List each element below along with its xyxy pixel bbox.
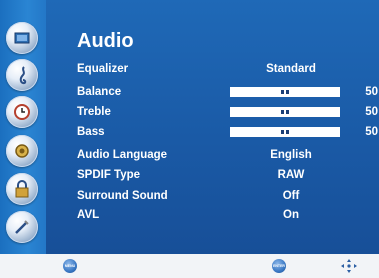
slider-handle[interactable] (281, 110, 289, 114)
tv-osd-screen: Audio Equalizer Standard Balance 50 Treb… (0, 0, 379, 278)
row-value: Off (282, 190, 300, 202)
picture-icon[interactable] (6, 22, 38, 54)
menu-row-surround-sound[interactable]: Surround Sound Off (77, 188, 379, 204)
audio-note-icon[interactable] (6, 59, 38, 91)
row-value: English (270, 149, 312, 161)
direction-pad-icon (340, 258, 358, 274)
slider-handle[interactable] (281, 90, 289, 94)
menu-row-avl[interactable]: AVL On (77, 207, 379, 223)
menu-row-audio-language[interactable]: Audio Language English (77, 147, 379, 163)
row-label: Bass (77, 126, 105, 138)
row-label: Balance (77, 86, 122, 98)
slider-handle[interactable] (281, 130, 289, 134)
row-label: AVL (77, 209, 100, 221)
row-number: 50 (365, 126, 378, 138)
footer-bar: MENU ENTER (0, 254, 379, 278)
clock-icon[interactable] (6, 96, 38, 128)
menu-row-spdif-type[interactable]: SPDIF Type RAW (77, 167, 379, 183)
menu-row-bass[interactable]: Bass 50 (77, 124, 379, 140)
menu-row-treble[interactable]: Treble 50 (77, 104, 379, 120)
row-label: Surround Sound (77, 190, 168, 202)
row-label: Equalizer (77, 63, 129, 75)
row-value: On (283, 209, 299, 221)
gear-icon[interactable] (6, 135, 38, 167)
row-label: Audio Language (77, 149, 168, 161)
row-label: Treble (77, 106, 111, 118)
tools-icon[interactable] (6, 211, 38, 243)
category-sidebar (0, 0, 46, 254)
menu-row-equalizer[interactable]: Equalizer Standard (77, 61, 379, 77)
row-number: 50 (365, 86, 378, 98)
page-title: Audio (77, 30, 134, 52)
menu-button[interactable]: MENU (63, 259, 77, 273)
row-value: RAW (277, 169, 305, 181)
treble-slider[interactable] (230, 107, 340, 117)
balance-slider[interactable] (230, 87, 340, 97)
enter-button[interactable]: ENTER (272, 259, 286, 273)
row-value: Standard (266, 63, 316, 75)
bass-slider[interactable] (230, 127, 340, 137)
row-number: 50 (365, 106, 378, 118)
menu-row-balance[interactable]: Balance 50 (77, 84, 379, 100)
lock-icon[interactable] (6, 173, 38, 205)
row-label: SPDIF Type (77, 169, 141, 181)
